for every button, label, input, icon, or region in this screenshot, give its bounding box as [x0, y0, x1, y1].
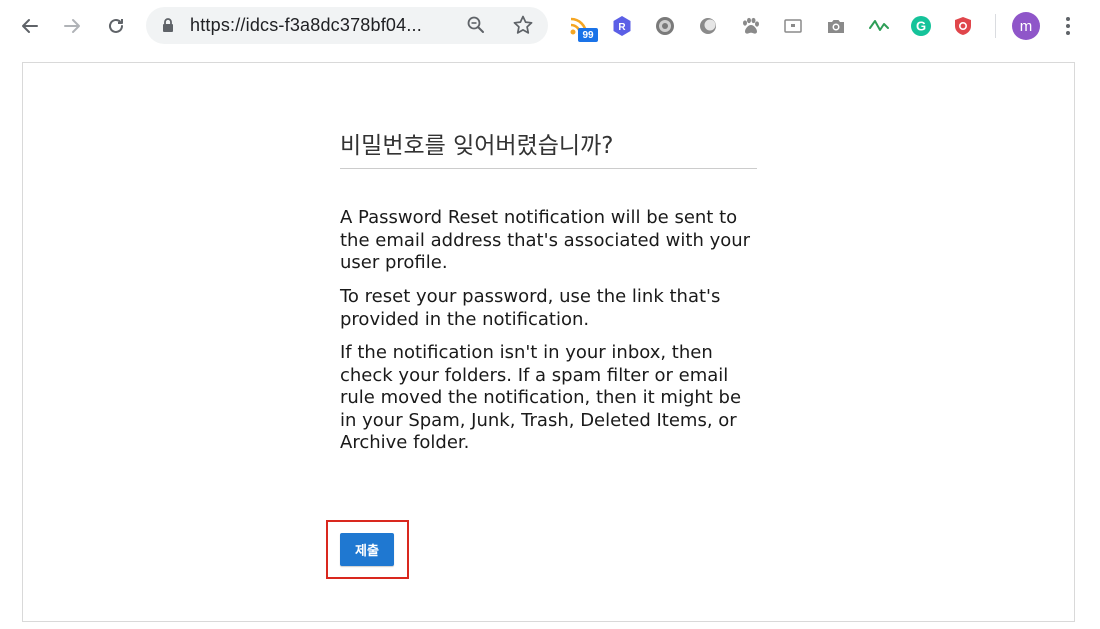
camera-extension-icon[interactable] [823, 13, 849, 39]
back-arrow-icon[interactable] [16, 12, 44, 40]
url-text[interactable]: https://idcs-f3a8dc378bf04... [190, 15, 422, 36]
reload-icon[interactable] [102, 12, 130, 40]
tick-extension-icon[interactable] [866, 13, 892, 39]
page-extension-icon[interactable] [780, 13, 806, 39]
lock-icon [162, 18, 174, 38]
spam-folder-paragraph: If the notification isn't in your inbox,… [340, 342, 742, 453]
paw-extension-icon[interactable] [737, 13, 763, 39]
reset-info-paragraph: A Password Reset notification will be se… [340, 207, 751, 273]
gear-extension-icon[interactable] [652, 13, 678, 39]
page-title: 비밀번호를 잊어버렸습니까? [340, 133, 614, 159]
circle-extension-icon[interactable] [695, 13, 721, 39]
extension-badge: 99 [578, 28, 598, 42]
submit-button[interactable]: 제출 [340, 533, 394, 566]
toolbar-separator [995, 14, 996, 38]
zoom-icon[interactable] [466, 15, 486, 40]
r-extension-icon[interactable]: R [609, 13, 635, 39]
profile-avatar[interactable]: m [1012, 12, 1040, 40]
shield-extension-icon[interactable] [950, 13, 976, 39]
title-divider [340, 168, 757, 169]
kebab-menu-icon[interactable] [1058, 13, 1078, 39]
browser-toolbar: https://idcs-f3a8dc378bf04... 99 R G m [0, 0, 1100, 52]
grammarly-extension-icon[interactable]: G [908, 13, 934, 39]
svg-text:R: R [618, 22, 626, 33]
bookmark-star-icon[interactable] [512, 14, 534, 41]
reset-link-paragraph: To reset your password, use the link tha… [340, 286, 721, 330]
svg-text:G: G [916, 19, 926, 34]
address-bar[interactable]: https://idcs-f3a8dc378bf04... [146, 7, 548, 44]
forward-arrow-icon[interactable] [58, 12, 86, 40]
